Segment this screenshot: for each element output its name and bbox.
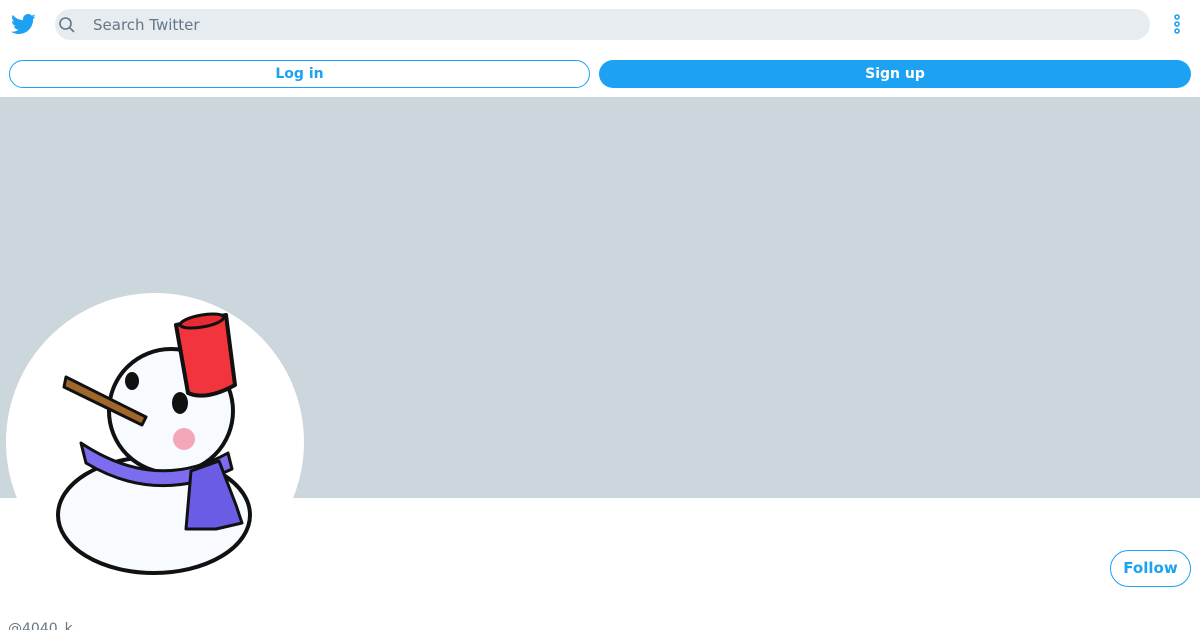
- search-icon: [58, 16, 76, 34]
- search-input[interactable]: [93, 9, 1133, 40]
- profile-avatar[interactable]: [6, 293, 304, 591]
- twitter-bird-icon[interactable]: [10, 11, 36, 37]
- vertical-ellipsis-icon[interactable]: [1168, 12, 1186, 36]
- search-bar[interactable]: [55, 9, 1150, 40]
- log-in-button[interactable]: Log in: [9, 60, 590, 88]
- snowman-avatar-image: [56, 312, 252, 575]
- top-bar: [0, 0, 1200, 48]
- profile-page: Log in Sign up Follow @4040_k: [0, 0, 1200, 630]
- follow-button[interactable]: Follow: [1110, 550, 1191, 587]
- profile-handle: @4040_k: [8, 621, 73, 630]
- sign-up-button[interactable]: Sign up: [599, 60, 1191, 88]
